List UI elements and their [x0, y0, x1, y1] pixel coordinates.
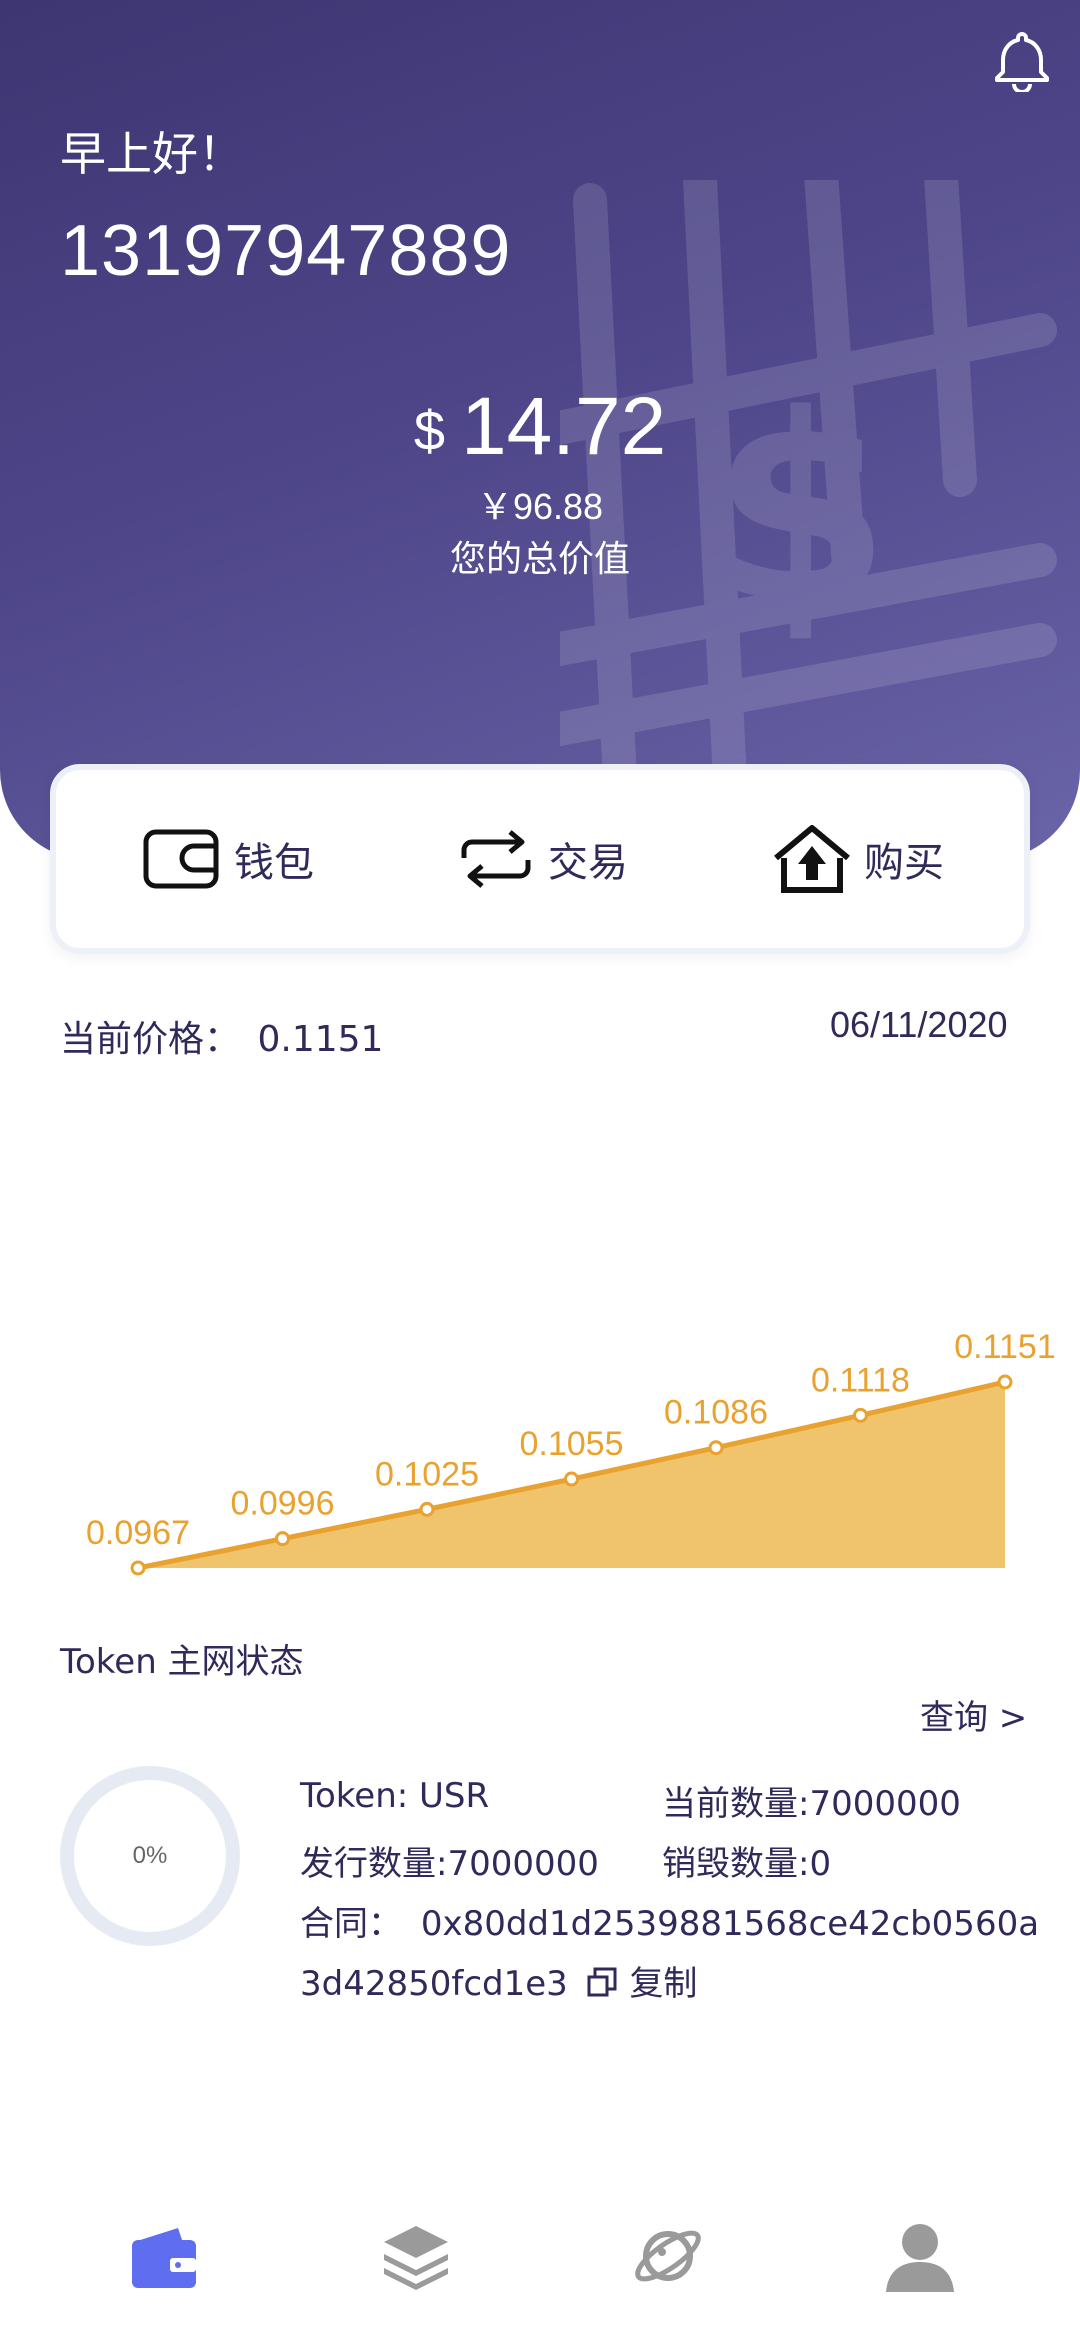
quick-actions-card: 钱包 交易 购买 — [50, 764, 1030, 954]
copy-label: 复制 — [629, 1964, 698, 2004]
chart-data-label: 0.1151 — [954, 1328, 1055, 1366]
progress-ring: 0% — [60, 1766, 240, 1946]
wallet-action-label: 钱包 — [234, 840, 314, 886]
total-value-caption: 您的总价值 — [449, 539, 630, 580]
exchange-action-button[interactable]: 交易 — [456, 770, 628, 948]
contract-row: 合同： 0x80dd1d2539881568ce42cb0560a — [300, 1896, 1039, 1945]
chart-data-label: 0.1086 — [664, 1394, 768, 1432]
chart-data-label: 0.0996 — [231, 1485, 335, 1523]
total-balance: $14.72 ￥96.88 您的总价值 — [0, 380, 1080, 580]
exchange-icon — [461, 830, 531, 888]
price-area-chart: 0.0967 0.0996 0.1025 0.1055 0.1086 0.1118 0.11… — [86, 1328, 1056, 1576]
greeting-text: 早上好！ — [60, 127, 244, 181]
contract-address-line1: 0x80dd1d2539881568ce42cb0560a — [420, 1904, 1040, 1944]
hero-header: $ 早上好！ 13197947889 $14.72 ￥96.88 您的总价值 — [0, 0, 1080, 860]
wallet-icon — [143, 829, 219, 889]
contract-row-2: 3d42850fcd1e3 复制 — [300, 1956, 697, 2005]
copy-button[interactable]: 复制 — [579, 1964, 698, 2004]
account-phone: 13197947889 — [60, 211, 512, 291]
usd-amount: 14.72 — [460, 381, 667, 472]
contract-label: 合同： — [300, 1904, 402, 1944]
current-price-value: 0.1151 — [257, 1019, 384, 1060]
current-price: 当前价格： 0.1151 — [60, 1010, 383, 1062]
chart-point — [564, 1471, 579, 1487]
planet-tab-icon[interactable] — [628, 2216, 708, 2296]
chart-data-label: 0.0967 — [86, 1514, 190, 1552]
chart-point — [708, 1440, 724, 1456]
chart-point — [997, 1374, 1013, 1390]
buy-upload-icon — [774, 825, 850, 893]
chart-data-label: 0.1025 — [375, 1455, 479, 1493]
buy-action-button[interactable]: 购买 — [772, 770, 944, 948]
usd-symbol: $ — [413, 399, 445, 462]
issued-amount: 发行数量:7000000 — [300, 1844, 599, 1884]
token-status-title: Token 主网状态 — [60, 1642, 304, 1682]
exchange-action-label: 交易 — [548, 840, 628, 886]
copy-icon — [587, 1967, 617, 1997]
cny-balance: ￥96.88 — [476, 486, 604, 527]
profile-tab-icon[interactable] — [880, 2216, 960, 2296]
token-name: Token: USR — [300, 1776, 490, 1816]
wallet-tab-icon[interactable] — [124, 2216, 204, 2296]
chart-point — [130, 1560, 146, 1576]
current-price-label: 当前价格： — [60, 1019, 241, 1060]
chart-data-label: 0.1055 — [520, 1425, 624, 1463]
bell-icon[interactable] — [990, 28, 1054, 92]
contract-address-line2: 3d42850fcd1e3 — [300, 1964, 568, 2004]
current-amount: 当前数量:7000000 — [662, 1784, 961, 1824]
price-date: 06/11/2020 — [830, 1004, 1008, 1045]
chart-data-label: 0.1118 — [811, 1361, 910, 1399]
progress-ring-label: 0% — [132, 1842, 168, 1869]
burned-amount: 销毁数量:0 — [662, 1844, 832, 1884]
bottom-tab-bar — [0, 2200, 1080, 2340]
buy-action-label: 购买 — [864, 840, 944, 886]
usd-balance: $14.72 — [0, 380, 1080, 474]
chart-point — [853, 1407, 868, 1423]
chart-point — [419, 1501, 435, 1517]
wallet-action-button[interactable]: 钱包 — [142, 770, 314, 948]
layers-tab-icon[interactable] — [376, 2216, 456, 2296]
query-link[interactable]: 查询 > — [920, 1690, 1027, 1739]
chart-point — [275, 1531, 290, 1547]
